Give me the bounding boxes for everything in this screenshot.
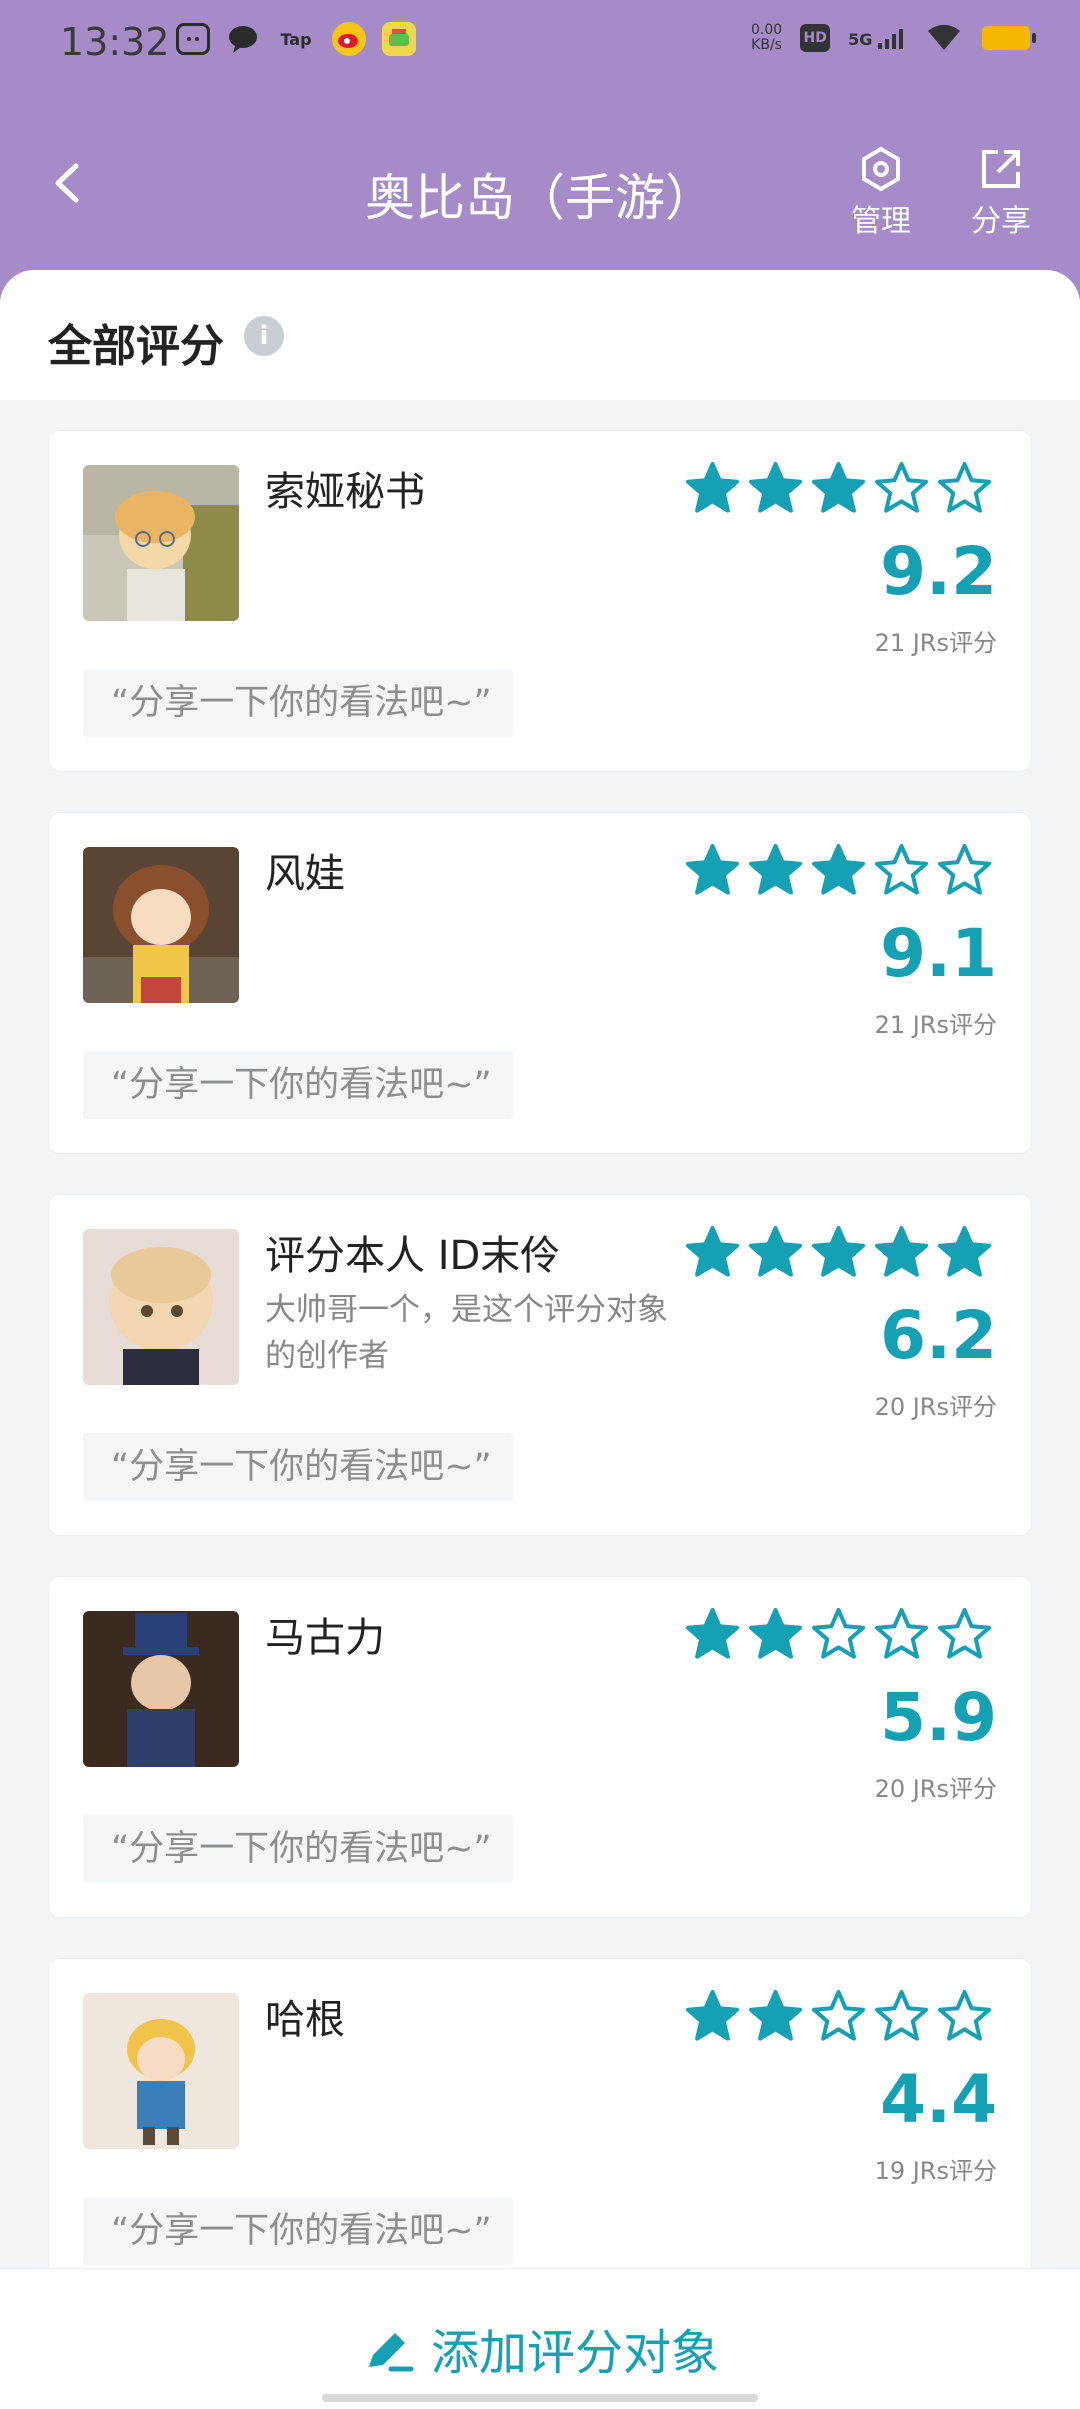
candidate-name: 风娃 <box>265 851 345 897</box>
star-filled-icon <box>686 462 739 513</box>
star-empty-icon <box>875 1608 928 1659</box>
add-rating-target-button[interactable]: 添加评分对象 <box>0 2313 1080 2383</box>
star-filled-icon <box>749 1990 802 2041</box>
section-title: 全部评分 <box>48 321 224 372</box>
avatar <box>83 1611 239 1767</box>
star-empty-icon <box>812 1608 865 1659</box>
comment-prompt[interactable]: “分享一下你的看法吧~” <box>83 1051 513 1119</box>
status-bar: 13:32 Tap 0.00 KB/s HD 5G <box>0 0 1080 86</box>
star-filled-icon <box>812 844 865 895</box>
avatar <box>83 465 239 621</box>
rating-card[interactable]: 索娅秘书 9.2 21 JRs评分 “分享一下你的看法吧~” <box>48 430 1032 772</box>
star-filled-icon <box>812 1226 865 1277</box>
score-value: 9.2 <box>880 533 997 610</box>
manage-label: 管理 <box>851 204 911 239</box>
share-icon <box>956 146 1046 196</box>
hexagon-gear-icon <box>836 146 926 196</box>
star-filled-icon <box>749 844 802 895</box>
star-filled-icon <box>686 1608 739 1659</box>
rating-card[interactable]: 马古力 5.9 20 JRs评分 “分享一下你的看法吧~” <box>48 1576 1032 1918</box>
rating-card[interactable]: 评分本人 ID末伶 大帅哥一个，是这个评分对象的创作者 6.2 20 JRs评分… <box>48 1194 1032 1536</box>
add-rating-target-label: 添加评分对象 <box>430 2325 719 2381</box>
rating-count: 19 JRs评分 <box>874 2157 997 2185</box>
star-filled-icon <box>749 462 802 513</box>
star-empty-icon <box>875 462 928 513</box>
star-filled-icon <box>749 1226 802 1277</box>
info-icon[interactable]: i <box>244 316 284 356</box>
candidate-name: 马古力 <box>265 1615 385 1661</box>
star-empty-icon <box>938 462 991 513</box>
star-empty-icon <box>875 844 928 895</box>
candidate-description: 大帅哥一个，是这个评分对象的创作者 <box>265 1292 668 1374</box>
star-empty-icon <box>938 1990 991 2041</box>
signal-icon: 5G <box>848 27 906 49</box>
star-rating <box>685 1989 992 2044</box>
tap-icon: Tap <box>280 29 312 49</box>
star-empty-icon <box>938 844 991 895</box>
candidate-name: 索娅秘书 <box>265 469 425 515</box>
home-indicator[interactable] <box>322 2394 758 2402</box>
rating-count: 20 JRs评分 <box>874 1775 997 1803</box>
star-filled-icon <box>686 844 739 895</box>
star-rating <box>685 461 992 516</box>
comment-prompt[interactable]: “分享一下你的看法吧~” <box>83 669 513 737</box>
nav-bar: 奥比岛（手游） 管理 分享 <box>0 120 1080 260</box>
star-filled-icon <box>875 1226 928 1277</box>
star-rating <box>685 843 992 898</box>
battery-icon <box>982 26 1036 50</box>
manage-button[interactable]: 管理 <box>836 146 926 240</box>
avatar <box>83 1229 239 1385</box>
status-time: 13:32 <box>60 20 170 64</box>
score-value: 4.4 <box>880 2061 997 2138</box>
share-button[interactable]: 分享 <box>956 146 1046 240</box>
rating-count: 21 JRs评分 <box>874 629 997 657</box>
share-label: 分享 <box>971 204 1031 239</box>
avatar <box>83 847 239 1003</box>
comment-prompt[interactable]: “分享一下你的看法吧~” <box>83 1815 513 1883</box>
candidate-name: 哈根 <box>265 1997 345 2043</box>
star-empty-icon <box>938 1608 991 1659</box>
star-filled-icon <box>812 462 865 513</box>
bilibili-icon <box>176 23 210 55</box>
hd-badge: HD <box>800 24 831 52</box>
header: 13:32 Tap 0.00 KB/s HD 5G 奥比岛（手游） 管理 分享 <box>0 0 1080 300</box>
game-icon <box>382 22 416 56</box>
rating-card[interactable]: 哈根 4.4 19 JRs评分 “分享一下你的看法吧~” <box>48 1958 1032 2300</box>
avatar <box>83 1993 239 2149</box>
star-filled-icon <box>749 1608 802 1659</box>
notification-icons: Tap <box>176 22 416 56</box>
comment-prompt[interactable]: “分享一下你的看法吧~” <box>83 2197 513 2265</box>
net-speed: 0.00 KB/s <box>750 22 783 53</box>
edit-pen-icon <box>368 2333 414 2372</box>
wifi-icon <box>924 20 964 56</box>
comment-prompt[interactable]: “分享一下你的看法吧~” <box>83 1433 513 1501</box>
star-filled-icon <box>686 1226 739 1277</box>
star-rating <box>685 1607 992 1662</box>
section-header: 全部评分 i <box>0 270 1080 400</box>
weibo-icon <box>332 22 366 56</box>
rating-count: 21 JRs评分 <box>874 1011 997 1039</box>
star-empty-icon <box>812 1990 865 2041</box>
chat-bubble-icon <box>226 22 260 56</box>
system-icons: 0.00 KB/s HD 5G <box>750 20 1036 56</box>
score-value: 6.2 <box>880 1297 997 1374</box>
score-value: 5.9 <box>880 1679 997 1756</box>
candidate-name: 评分本人 ID末伶 <box>265 1233 561 1279</box>
score-value: 9.1 <box>880 915 997 992</box>
rating-card[interactable]: 风娃 9.1 21 JRs评分 “分享一下你的看法吧~” <box>48 812 1032 1154</box>
star-filled-icon <box>938 1226 991 1277</box>
star-empty-icon <box>875 1990 928 2041</box>
bottom-bar: 添加评分对象 <box>0 2268 1080 2409</box>
star-filled-icon <box>686 1990 739 2041</box>
star-rating <box>685 1225 992 1280</box>
rating-count: 20 JRs评分 <box>874 1393 997 1421</box>
